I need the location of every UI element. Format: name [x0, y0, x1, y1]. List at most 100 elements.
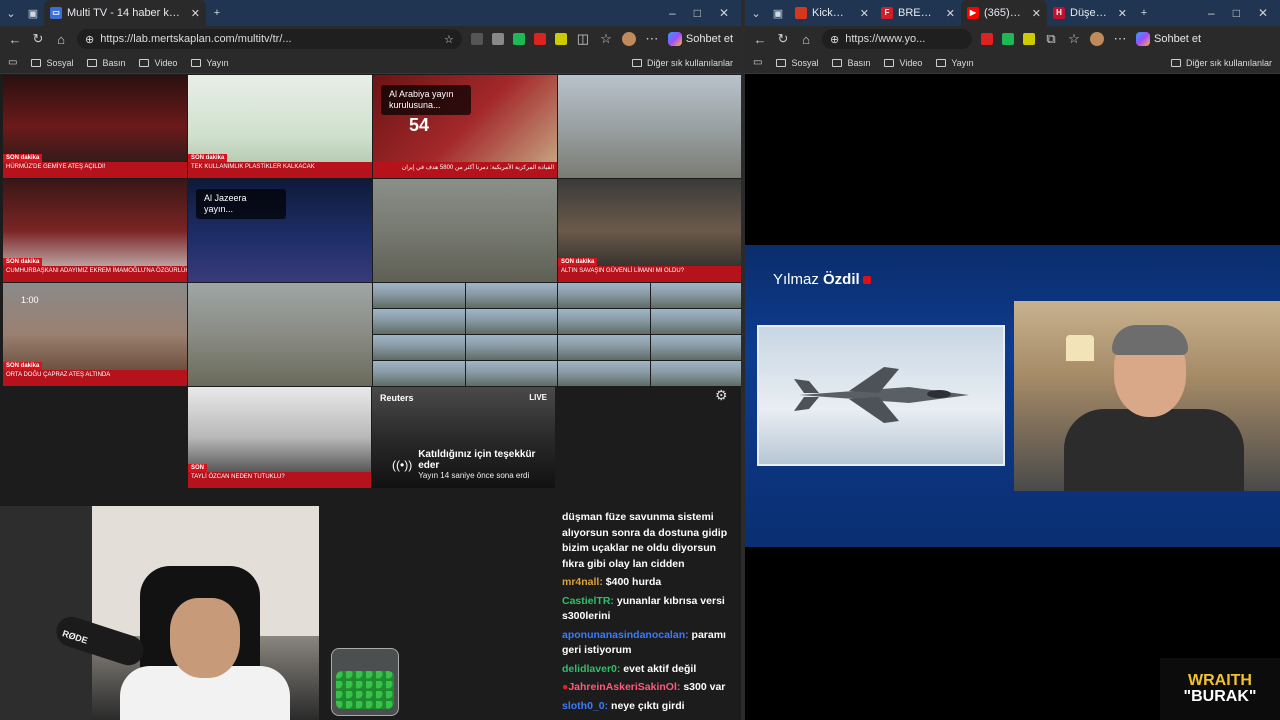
channel-tile[interactable]	[188, 283, 372, 386]
extension-icon[interactable]	[554, 33, 567, 45]
video-player[interactable]: Yılmaz Özdil WRAITH "BURAK"	[745, 75, 1280, 720]
bookmark-folder[interactable]: Basın	[832, 58, 870, 68]
tab-multitv[interactable]: ▭ Multi TV - 14 haber kanalını aynı a ✕	[44, 0, 206, 26]
window-controls: – □ ✕	[1208, 6, 1280, 20]
maximize-icon[interactable]: □	[1233, 6, 1240, 20]
site-info-icon[interactable]: ⊕	[830, 33, 839, 46]
bookmark-folder[interactable]: Yayın	[936, 58, 974, 68]
settings-gear-icon[interactable]: ⚙	[715, 387, 728, 404]
favorites-icon[interactable]: ☆	[1067, 31, 1081, 47]
bookmark-folder[interactable]: Basın	[87, 58, 125, 68]
bookmark-label: Diğer sık kullanılanlar	[646, 57, 733, 68]
bookmark-folder[interactable]: Sosyal	[776, 58, 818, 68]
new-tab-icon[interactable]: +	[1133, 7, 1155, 19]
extension-icon[interactable]	[981, 33, 993, 45]
tab-actions-icon[interactable]: ⌄	[745, 7, 767, 20]
tab-youtube[interactable]: ▶ (365) İddia Ed ✕	[961, 0, 1047, 26]
refresh-icon[interactable]: ↻	[31, 31, 45, 47]
copilot-button[interactable]: Sohbet et	[667, 32, 733, 46]
bookmark-folder[interactable]: Sosyal	[31, 58, 73, 68]
more-menu-icon[interactable]: ⋯	[645, 31, 659, 47]
home-icon[interactable]: ⌂	[54, 32, 68, 47]
extension-icon[interactable]	[1023, 33, 1035, 45]
channel-tile[interactable]: SON dakika CUMHURBAŞKANI ADAYIMIZ EKREM …	[3, 179, 187, 282]
back-icon[interactable]: ←	[753, 32, 767, 47]
chat-user: aponunanasindanocalan:	[562, 628, 689, 641]
address-bar[interactable]: ⊕ https://lab.mertskaplan.com/multitv/tr…	[77, 29, 462, 49]
reading-list-icon[interactable]: ▭	[753, 57, 762, 68]
bookmark-label: Sosyal	[791, 57, 819, 68]
copilot-icon	[1136, 32, 1150, 46]
tab-kickpeek[interactable]: KickPeek - Re ✕	[789, 0, 875, 26]
chat-message: ●JahreinAskeriSakinOl: s300 var	[562, 680, 732, 696]
workspaces-icon[interactable]: ▣	[767, 7, 789, 20]
tab-news[interactable]: H Düşen uçakta ✕	[1047, 0, 1133, 26]
bookmark-folder[interactable]: Video	[139, 58, 177, 68]
channel-tile[interactable]: 1:00 SON dakika ORTA DOĞU ÇAPRAZ ATEŞ AL…	[3, 283, 187, 386]
channel-tile[interactable]: SON TAYLİ ÖZCAN NEDEN TUTUKLU?	[188, 387, 371, 488]
channel-tile[interactable]: SON dakika HÜRMÜZ'DE GEMİYE ATEŞ AÇILDI!	[3, 75, 187, 178]
back-icon[interactable]: ←	[8, 32, 22, 47]
close-tab-icon[interactable]: ✕	[1032, 7, 1041, 20]
reading-list-icon[interactable]: ▭	[8, 57, 17, 68]
refresh-icon[interactable]: ↻	[776, 31, 790, 47]
favorite-star-icon[interactable]: ☆	[444, 33, 454, 46]
bookmark-folder[interactable]: Yayın	[191, 58, 229, 68]
close-tab-icon[interactable]: ✕	[946, 7, 955, 20]
close-tab-icon[interactable]: ✕	[1118, 7, 1127, 20]
bookmark-folder[interactable]: Video	[884, 58, 922, 68]
minimize-icon[interactable]: –	[1208, 6, 1215, 20]
left-browser-window: ⌄ ▣ ▭ Multi TV - 14 haber kanalını aynı …	[0, 0, 741, 720]
window-controls: – □ ✕	[669, 6, 741, 20]
close-window-icon[interactable]: ✕	[1258, 6, 1268, 20]
folder-icon	[191, 58, 202, 67]
channel-tile[interactable]	[373, 179, 557, 282]
youtube-favicon-icon: ▶	[967, 7, 979, 19]
embed-overlay[interactable]: Al Arabiya yayın kurulusuna...	[381, 85, 471, 115]
copilot-button[interactable]: Sohbet et	[1136, 32, 1201, 46]
presenter-body	[1064, 409, 1244, 491]
channel-tile[interactable]	[558, 283, 741, 386]
channel-tile[interactable]: Al Arabiya yayın kurulusuna... 54 القياد…	[373, 75, 557, 178]
extensions-icon[interactable]: ⧉	[1044, 31, 1058, 47]
channel-tile[interactable]	[558, 75, 741, 178]
maximize-icon[interactable]: □	[694, 6, 701, 20]
channel-tile[interactable]: Al Jazeera yayın...	[188, 179, 372, 282]
other-favorites[interactable]: Diğer sık kullanılanlar	[631, 57, 733, 68]
site-info-icon[interactable]: ⊕	[85, 33, 94, 46]
channel-tile[interactable]: SON dakika TEK KULLANIMLIK PLASTİKLER KA…	[188, 75, 372, 178]
close-window-icon[interactable]: ✕	[719, 6, 729, 20]
folder-icon	[1170, 58, 1181, 67]
split-screen-icon[interactable]: ◫	[576, 31, 590, 47]
fighter-jet-icon	[794, 367, 969, 423]
other-favorites[interactable]: Diğer sık kullanılanlar	[1170, 58, 1272, 68]
profile-avatar[interactable]	[621, 32, 636, 46]
workspaces-icon[interactable]: ▣	[22, 7, 44, 20]
home-icon[interactable]: ⌂	[799, 32, 813, 47]
channel-row: SON TAYLİ ÖZCAN NEDEN TUTUKLU? Reuters L…	[188, 387, 555, 488]
chat-message: CastielTR: yunanlar kıbrısa versi s300le…	[562, 594, 732, 625]
favorites-icon[interactable]: ☆	[599, 31, 613, 47]
toolbar: ← ↻ ⌂ ⊕ https://www.yo... ⧉ ☆ ⋯ Sohbet e…	[745, 26, 1280, 52]
channel-tile[interactable]: SON dakika ALTIN SAVAŞIN GÜVENLİ LİMANI …	[558, 179, 741, 282]
tab-label: Düşen uçakta	[1070, 7, 1109, 19]
tab-actions-icon[interactable]: ⌄	[0, 7, 22, 20]
tab-brent[interactable]: F BRENT Anlık F ✕	[875, 0, 961, 26]
more-menu-icon[interactable]: ⋯	[1113, 31, 1127, 47]
extension-icon[interactable]	[491, 33, 504, 45]
channel-tile[interactable]: Reuters LIVE ((•)) Katıldığınız için teş…	[372, 387, 555, 488]
new-tab-icon[interactable]: +	[206, 7, 228, 19]
close-tab-icon[interactable]: ✕	[191, 7, 200, 20]
channel-tile[interactable]	[373, 283, 557, 386]
bookmark-label: Basın	[102, 57, 126, 68]
extension-icon[interactable]	[512, 33, 525, 45]
minimize-icon[interactable]: –	[669, 6, 676, 20]
extension-icon[interactable]	[470, 33, 483, 45]
profile-avatar[interactable]	[1090, 32, 1104, 46]
embed-overlay[interactable]: Al Jazeera yayın...	[196, 189, 286, 219]
close-tab-icon[interactable]: ✕	[860, 7, 869, 20]
extension-icon[interactable]	[1002, 33, 1014, 45]
address-bar[interactable]: ⊕ https://www.yo...	[822, 29, 972, 49]
news-ticker: CUMHURBAŞKANI ADAYIMIZ EKREM İMAMOĞLU'NA…	[3, 266, 187, 282]
extension-icon[interactable]	[533, 33, 546, 45]
